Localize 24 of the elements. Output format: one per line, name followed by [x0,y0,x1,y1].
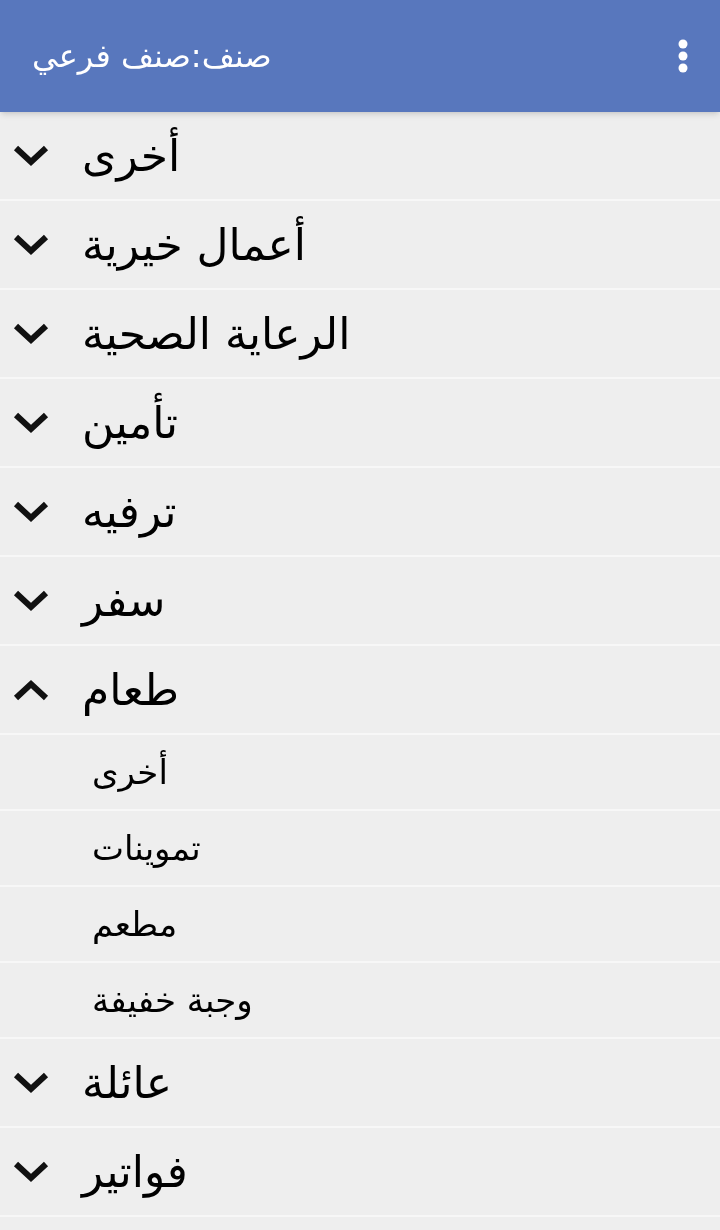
category-item[interactable]: طعام [82,652,179,727]
subcategory-item[interactable]: أخرى [92,742,168,802]
expand-chevron-icon[interactable] [12,499,50,524]
expand-chevron-icon[interactable] [12,321,50,346]
expand-chevron-icon[interactable] [12,232,50,257]
expand-chevron-icon[interactable] [12,1159,50,1184]
app-bar-title: صنف:صنف فرعي [32,36,272,77]
category-item[interactable]: أخرى [82,118,181,193]
more-menu-icon[interactable] [678,39,688,73]
category-item[interactable]: تأمين [82,385,178,460]
subcategory-item[interactable]: تموينات [92,818,201,878]
collapse-chevron-icon[interactable] [12,677,50,702]
category-item[interactable]: أعمال خيرية [82,207,306,282]
category-item[interactable]: عائلة [82,1045,173,1120]
expand-chevron-icon[interactable] [12,143,50,168]
subcategory-item[interactable]: مطعم [92,894,178,954]
category-item[interactable]: ترفيه [82,474,177,549]
expand-chevron-icon[interactable] [12,1070,50,1095]
expand-chevron-icon[interactable] [12,410,50,435]
category-item[interactable]: الرعاية الصحية [82,296,351,371]
category-item[interactable]: فواتير [82,1134,188,1209]
category-item[interactable]: سفر [82,563,166,638]
subcategory-item[interactable]: وجبة خفيفة [92,970,253,1030]
expand-chevron-icon[interactable] [12,588,50,613]
